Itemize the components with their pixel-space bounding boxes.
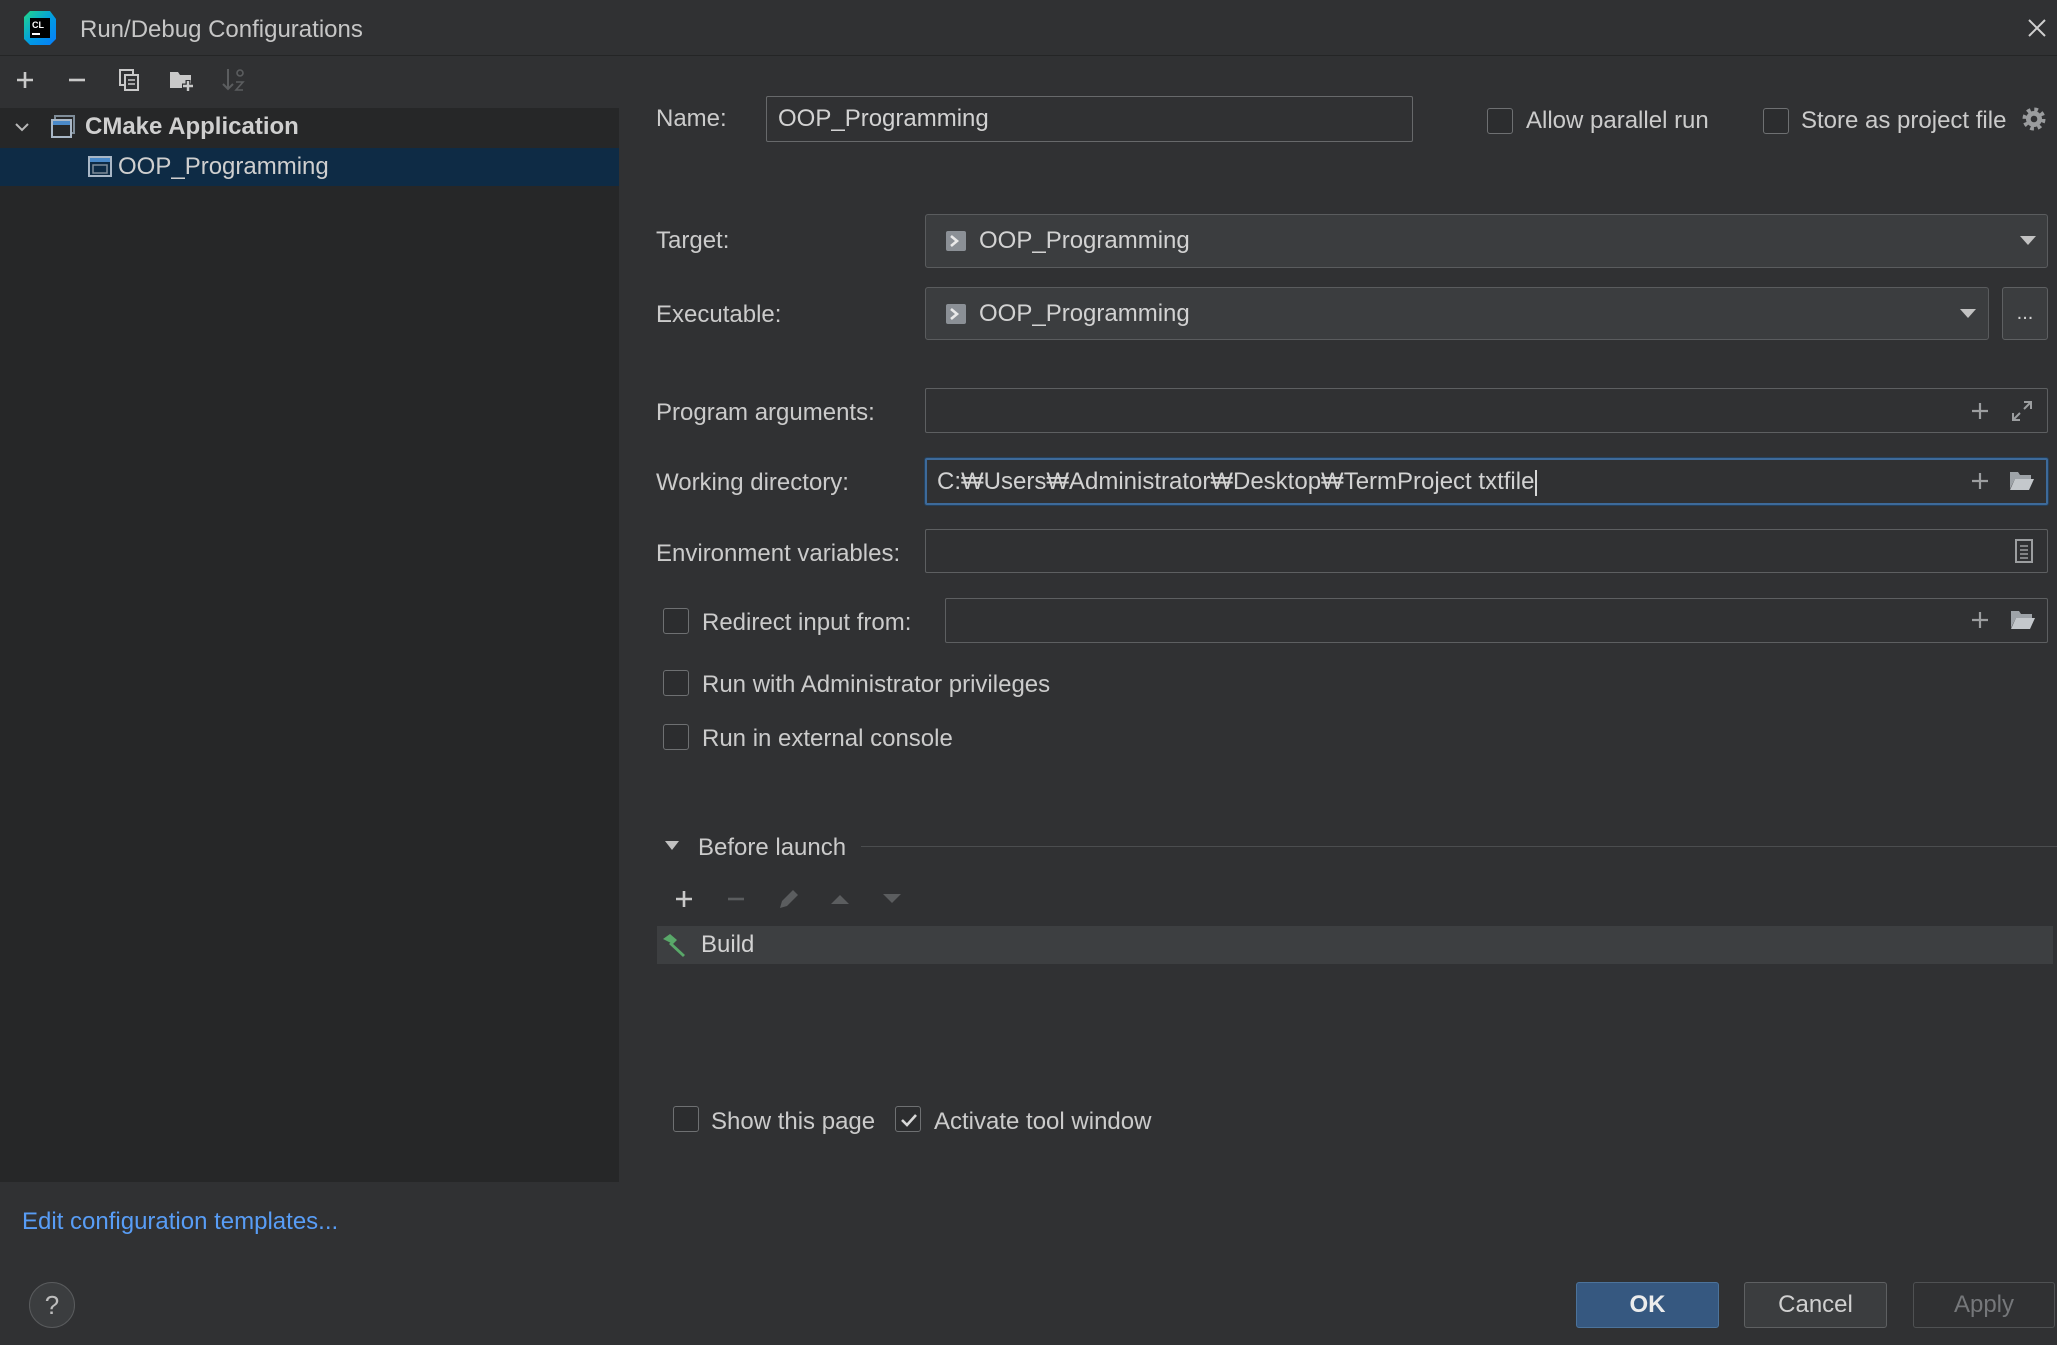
edit-task-button[interactable]: [778, 888, 800, 910]
sort-icon: [222, 69, 245, 91]
chevron-down-icon[interactable]: [1960, 309, 1976, 319]
name-input[interactable]: OOP_Programming: [766, 96, 1413, 142]
run-as-admin-label[interactable]: Run with Administrator privileges: [702, 670, 1050, 700]
apply-button[interactable]: Apply: [1913, 1282, 2055, 1328]
sort-configurations-button[interactable]: [221, 67, 247, 93]
target-label: Target:: [656, 227, 730, 254]
before-launch-separator: [861, 846, 2057, 847]
remove-configuration-button[interactable]: [67, 70, 87, 90]
cmake-application-icon: [50, 114, 76, 140]
working-directory-label: Working directory:: [656, 469, 849, 496]
folder-open-icon[interactable]: [2010, 609, 2036, 631]
target-value: OOP_Programming: [979, 227, 1190, 254]
executable-value: OOP_Programming: [979, 300, 1190, 327]
show-this-page-checkbox[interactable]: [673, 1106, 699, 1132]
cancel-button[interactable]: Cancel: [1744, 1282, 1887, 1328]
executable-icon: [945, 230, 967, 252]
document-icon[interactable]: [2014, 539, 2034, 563]
insert-macro-plus-icon[interactable]: [1970, 610, 1990, 630]
tree-group-cmake-application[interactable]: CMake Application: [0, 108, 619, 146]
run-in-external-console-checkbox[interactable]: [663, 724, 689, 750]
title-bar: CL Run/Debug Configurations: [0, 0, 2057, 56]
insert-macro-plus-icon[interactable]: [1970, 471, 1990, 491]
move-task-down-button[interactable]: [881, 888, 903, 910]
chevron-down-icon[interactable]: [2020, 236, 2036, 246]
environment-variables-label: Environment variables:: [656, 540, 901, 567]
before-launch-task-build[interactable]: Build: [657, 926, 2053, 964]
arrow-down-icon: [883, 894, 901, 903]
arrow-up-icon: [831, 895, 849, 904]
show-this-page-label[interactable]: Show this page: [711, 1107, 875, 1137]
minus-icon: [728, 897, 744, 901]
copy-configuration-button[interactable]: [118, 68, 140, 92]
working-directory-text: C:₩Users₩Administrator₩Desktop₩TermProje…: [937, 460, 1538, 503]
activate-tool-window-label[interactable]: Activate tool window: [934, 1107, 1151, 1137]
window-title: Run/Debug Configurations: [80, 16, 363, 43]
ok-button[interactable]: OK: [1576, 1282, 1719, 1328]
executable-label: Executable:: [656, 301, 782, 328]
tree-item-label: OOP_Programming: [118, 153, 329, 180]
copy-icon: [119, 69, 139, 91]
plus-icon: [17, 72, 33, 88]
executable-icon: [945, 303, 967, 325]
move-task-up-button[interactable]: [829, 888, 851, 910]
browse-executable-button[interactable]: ...: [2002, 287, 2048, 340]
allow-parallel-run-checkbox[interactable]: [1487, 108, 1513, 134]
new-folder-button[interactable]: [169, 67, 195, 93]
gear-icon[interactable]: [2021, 106, 2047, 132]
run-in-external-console-label[interactable]: Run in external console: [702, 724, 953, 754]
edit-configuration-templates-link[interactable]: Edit configuration templates...: [22, 1207, 338, 1237]
target-dropdown[interactable]: OOP_Programming: [925, 214, 2048, 268]
executable-dropdown[interactable]: OOP_Programming: [925, 287, 1989, 340]
add-task-button[interactable]: [674, 889, 694, 909]
store-as-project-file-label[interactable]: Store as project file: [1801, 106, 2006, 136]
working-directory-input[interactable]: C:₩Users₩Administrator₩Desktop₩TermProje…: [925, 458, 2048, 505]
checkmark-icon: [901, 1114, 917, 1127]
expand-icon[interactable]: [2011, 400, 2033, 422]
program-arguments-label: Program arguments:: [656, 399, 875, 426]
run-config-icon: [87, 154, 113, 180]
name-input-value: OOP_Programming: [778, 105, 989, 132]
pencil-icon: [780, 890, 798, 908]
collapse-triangle-icon[interactable]: [665, 841, 679, 851]
redirect-input-checkbox[interactable]: [663, 608, 689, 634]
store-as-project-file-checkbox[interactable]: [1763, 108, 1789, 134]
add-configuration-button[interactable]: [15, 70, 35, 90]
configuration-tree[interactable]: CMake Application OOP_Programming: [0, 108, 619, 1182]
insert-macro-plus-icon[interactable]: [1970, 401, 1990, 421]
hammer-icon: [661, 932, 687, 958]
plus-icon: [676, 891, 692, 907]
activate-tool-window-checkbox[interactable]: [895, 1106, 921, 1132]
name-label: Name:: [656, 105, 727, 132]
program-arguments-input[interactable]: [925, 388, 2048, 433]
tree-item-oop-programming[interactable]: OOP_Programming: [0, 148, 619, 186]
clion-logo-icon: CL: [24, 11, 56, 45]
folder-add-icon: [170, 72, 194, 92]
tree-group-label: CMake Application: [85, 113, 299, 140]
folder-open-icon[interactable]: [2009, 470, 2035, 492]
svg-text:CL: CL: [32, 20, 44, 30]
minus-icon: [69, 78, 85, 82]
environment-variables-input[interactable]: [925, 529, 2048, 573]
before-launch-heading[interactable]: Before launch: [698, 833, 846, 863]
task-label: Build: [701, 931, 755, 958]
close-icon[interactable]: [2026, 17, 2048, 39]
allow-parallel-run-label[interactable]: Allow parallel run: [1526, 106, 1709, 136]
text-caret: [1535, 469, 1538, 496]
redirect-input-label[interactable]: Redirect input from:: [702, 608, 911, 638]
help-button[interactable]: ?: [29, 1282, 75, 1328]
redirect-input-field[interactable]: [945, 598, 2048, 643]
working-directory-value: C:₩Users₩Administrator₩Desktop₩TermProje…: [937, 468, 1535, 495]
run-as-admin-checkbox[interactable]: [663, 670, 689, 696]
chevron-down-icon[interactable]: [14, 119, 30, 135]
remove-task-button[interactable]: [726, 889, 746, 909]
